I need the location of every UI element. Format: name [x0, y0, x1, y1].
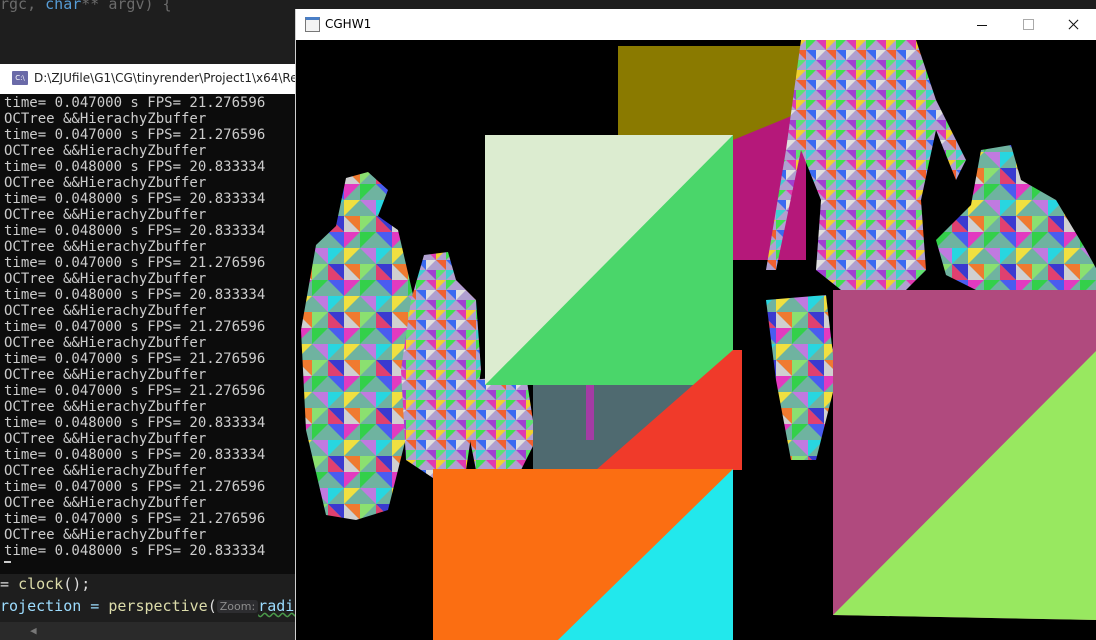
parameter-hint: Zoom: — [216, 600, 259, 613]
minimize-icon — [977, 25, 987, 26]
console-line: OCTree &&HierachyZbuffer — [4, 111, 207, 127]
model-figure-mid — [766, 295, 836, 460]
console-title: D:\ZJUfile\G1\CG\tinyrender\Project1\x64… — [34, 71, 298, 85]
minimize-button[interactable] — [959, 9, 1005, 40]
render-canvas[interactable] — [296, 40, 1096, 640]
console-line: time= 0.048000 s FPS= 20.833334 — [4, 191, 266, 207]
scroll-left-icon[interactable]: ◀ — [30, 624, 37, 637]
window-app-icon — [305, 17, 320, 32]
console-line: time= 0.048000 s FPS= 20.833334 — [4, 159, 266, 175]
console-line: time= 0.047000 s FPS= 21.276596 — [4, 255, 266, 271]
console-line: time= 0.047000 s FPS= 21.276596 — [4, 127, 266, 143]
maximize-button[interactable] — [1005, 9, 1051, 40]
console-line: time= 0.048000 s FPS= 20.833334 — [4, 447, 266, 463]
console-line: time= 0.047000 s FPS= 21.276596 — [4, 511, 266, 527]
console-line: time= 0.047000 s FPS= 21.276596 — [4, 351, 266, 367]
console-line: time= 0.048000 s FPS= 20.833334 — [4, 415, 266, 431]
console-app-icon: C:\ — [12, 71, 28, 85]
close-button[interactable] — [1051, 9, 1096, 40]
model-figure-left — [301, 172, 418, 520]
console-output: time= 0.047000 s FPS= 21.276596 OCTree &&… — [4, 95, 295, 574]
bar-purple — [586, 385, 594, 440]
console-line: time= 0.047000 s FPS= 21.276596 — [4, 383, 266, 399]
console-cursor — [4, 561, 11, 563]
console-window[interactable]: C:\ D:\ZJUfile\G1\CG\tinyrender\Project1… — [0, 64, 298, 574]
console-line: OCTree &&HierachyZbuffer — [4, 367, 207, 383]
console-line: time= 0.048000 s FPS= 20.833334 — [4, 543, 266, 559]
render-window-title: CGHW1 — [325, 17, 372, 31]
horizontal-scrollbar[interactable]: ◀ — [0, 622, 295, 640]
console-line: time= 0.047000 s FPS= 21.276596 — [4, 319, 266, 335]
console-line: OCTree &&HierachyZbuffer — [4, 463, 207, 479]
maximize-icon — [1023, 19, 1034, 30]
console-line: OCTree &&HierachyZbuffer — [4, 207, 207, 223]
console-line: OCTree &&HierachyZbuffer — [4, 431, 207, 447]
console-line: time= 0.048000 s FPS= 20.833334 — [4, 223, 266, 239]
code-line-signature: rgc, char** argv) { — [0, 0, 172, 13]
console-line: OCTree &&HierachyZbuffer — [4, 271, 207, 287]
console-line: time= 0.047000 s FPS= 21.276596 — [4, 479, 266, 495]
console-line: OCTree &&HierachyZbuffer — [4, 399, 207, 415]
code-line-projection: rojection = perspective(Zoom: radians — [0, 597, 322, 615]
console-line: time= 0.047000 s FPS= 21.276596 — [4, 95, 266, 111]
console-line: OCTree &&HierachyZbuffer — [4, 175, 207, 191]
console-titlebar[interactable]: C:\ D:\ZJUfile\G1\CG\tinyrender\Project1… — [0, 64, 298, 94]
console-line: OCTree &&HierachyZbuffer — [4, 335, 207, 351]
model-figure-left2 — [401, 252, 481, 480]
console-line: OCTree &&HierachyZbuffer — [4, 239, 207, 255]
console-line: OCTree &&HierachyZbuffer — [4, 143, 207, 159]
render-window[interactable]: CGHW1 — [295, 9, 1096, 640]
render-window-titlebar[interactable]: CGHW1 — [296, 9, 1096, 40]
console-line: OCTree &&HierachyZbuffer — [4, 303, 207, 319]
code-line-clock: = clock(); — [0, 575, 91, 593]
console-line: OCTree &&HierachyZbuffer — [4, 495, 207, 511]
rendered-scene — [301, 40, 1096, 640]
console-line: OCTree &&HierachyZbuffer — [4, 527, 207, 543]
console-line: time= 0.048000 s FPS= 20.833334 — [4, 287, 266, 303]
model-figure-small — [466, 375, 536, 470]
